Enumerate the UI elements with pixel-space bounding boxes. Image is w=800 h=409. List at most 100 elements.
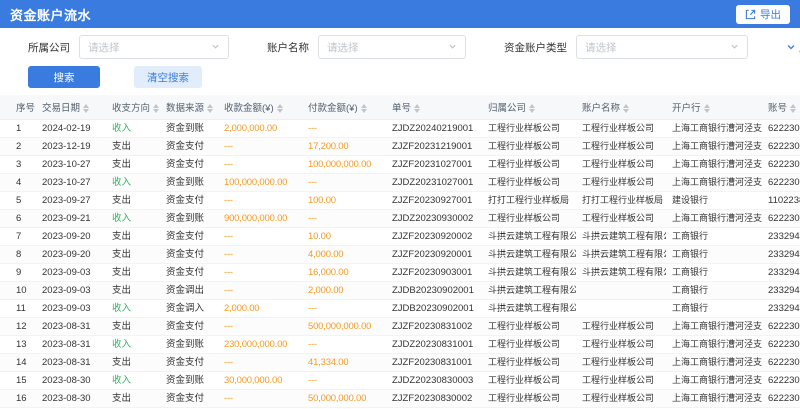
- column-header[interactable]: 收支方向: [106, 95, 160, 120]
- export-button[interactable]: 导出: [736, 5, 790, 24]
- table-row[interactable]: 22023-12-19支出资金支付---17,200.00ZJZF2023121…: [0, 138, 800, 156]
- table-cell: 工程行业样板公司: [482, 156, 576, 174]
- table-cell: ZJDB20230902001: [386, 282, 482, 300]
- table-row[interactable]: 162023-08-30支出资金支付---50,000,000.00ZJZF20…: [0, 390, 800, 408]
- table-cell: ---: [218, 264, 302, 282]
- sort-icon[interactable]: [790, 104, 796, 113]
- table-cell: 30,000,000.00: [218, 372, 302, 390]
- table-cell: 4: [0, 174, 36, 192]
- column-header[interactable]: 账户名称: [576, 95, 666, 120]
- table-cell: 上海工商银行漕河泾支行: [666, 318, 762, 336]
- table-row[interactable]: 82023-09-20支出资金支付---4,000.00ZJZF20230920…: [0, 246, 800, 264]
- table-cell: 工程行业样板公司: [576, 156, 666, 174]
- table-cell: 建设银行: [666, 192, 762, 210]
- table-row[interactable]: 32023-10-27支出资金支付---100,000,000.00ZJZF20…: [0, 156, 800, 174]
- table-cell: 斗拱云建筑工程有限公司: [576, 228, 666, 246]
- table-cell: 收入: [106, 336, 160, 354]
- table-row[interactable]: 52023-09-27支出资金支付---100.00ZJZF2023092700…: [0, 192, 800, 210]
- sort-icon[interactable]: [623, 104, 629, 113]
- table-cell: 工程行业样板公司: [576, 372, 666, 390]
- table-cell: 收入: [106, 372, 160, 390]
- table-cell: 2023-08-31: [36, 354, 106, 372]
- table-cell: 2023-09-21: [36, 210, 106, 228]
- account-type-select[interactable]: 请选择: [576, 35, 748, 59]
- table-cell: 233294991: [762, 264, 800, 282]
- table-cell: 支出: [106, 264, 160, 282]
- table-cell: 上海工商银行漕河泾支行: [666, 156, 762, 174]
- column-header[interactable]: 交易日期: [36, 95, 106, 120]
- table-cell: 工程行业样板公司: [576, 120, 666, 138]
- account-filter-label: 账户名称: [267, 40, 309, 55]
- table-cell: ZJZF20231027001: [386, 156, 482, 174]
- table-row[interactable]: 102023-09-03支出资金调出---2,000.00ZJDB2023090…: [0, 282, 800, 300]
- sort-icon[interactable]: [361, 104, 367, 113]
- table-cell: 900,000,000.00: [218, 210, 302, 228]
- table-cell: 工程行业样板公司: [576, 318, 666, 336]
- table-cell: 17,200.00: [302, 138, 386, 156]
- top-header: 资金账户流水 导出: [0, 0, 800, 28]
- table-cell: 打打工程行业样板局: [576, 192, 666, 210]
- table-cell: 资金到账: [160, 210, 218, 228]
- table-cell: 支出: [106, 390, 160, 408]
- table-cell: 5: [0, 192, 36, 210]
- table-cell: 支出: [106, 138, 160, 156]
- table-cell: 收入: [106, 210, 160, 228]
- sort-icon[interactable]: [414, 104, 420, 113]
- clear-search-button[interactable]: 清空搜索: [134, 66, 202, 88]
- sort-icon[interactable]: [529, 104, 535, 113]
- table-cell: 2023-09-27: [36, 192, 106, 210]
- sort-icon[interactable]: [277, 104, 283, 113]
- table-cell: 工商银行: [666, 228, 762, 246]
- table-cell: ZJZF20230920001: [386, 246, 482, 264]
- table-row[interactable]: 62023-09-21收入资金到账900,000,000.00---ZJDZ20…: [0, 210, 800, 228]
- table-row[interactable]: 112023-09-03收入资金调入2,000.00---ZJDB2023090…: [0, 300, 800, 318]
- table-cell: 资金到账: [160, 372, 218, 390]
- expand-filters-link[interactable]: 展开筛选: [786, 40, 800, 55]
- table-cell: 斗拱云建筑工程有限公司: [482, 246, 576, 264]
- table-row[interactable]: 42023-10-27收入资金到账100,000,000.00---ZJDZ20…: [0, 174, 800, 192]
- table-cell: ZJDZ20240219001: [386, 120, 482, 138]
- table-cell: 16,000.00: [302, 264, 386, 282]
- table-cell: 100,000,000.00: [302, 156, 386, 174]
- chevron-down-icon: [730, 38, 739, 56]
- table-cell: ---: [218, 354, 302, 372]
- table-row[interactable]: 132023-08-31收入资金到账230,000,000.00---ZJDZ2…: [0, 336, 800, 354]
- company-select[interactable]: 请选择: [79, 35, 229, 59]
- table-cell: ---: [302, 372, 386, 390]
- table-cell: ---: [302, 174, 386, 192]
- table-cell: 2023-08-30: [36, 390, 106, 408]
- table-row[interactable]: 122023-08-31支出资金支付---500,000,000.00ZJZF2…: [0, 318, 800, 336]
- table-cell: 资金到账: [160, 174, 218, 192]
- table-cell: [576, 282, 666, 300]
- table-cell: 工商银行: [666, 264, 762, 282]
- table-row[interactable]: 92023-09-03支出资金支付---16,000.00ZJZF2023090…: [0, 264, 800, 282]
- table-cell: 6: [0, 210, 36, 228]
- sort-icon[interactable]: [207, 104, 213, 113]
- column-header[interactable]: 开户行: [666, 95, 762, 120]
- table-row[interactable]: 12024-02-19收入资金到账2,000,000.00---ZJDZ2024…: [0, 120, 800, 138]
- column-header[interactable]: 归属公司: [482, 95, 576, 120]
- table-cell: 斗拱云建筑工程有限公司: [482, 282, 576, 300]
- table-cell: 2023-09-03: [36, 300, 106, 318]
- column-header[interactable]: 单号: [386, 95, 482, 120]
- table-cell: 斗拱云建筑工程有限公司: [576, 246, 666, 264]
- account-select[interactable]: 请选择: [318, 35, 466, 59]
- sort-icon[interactable]: [153, 104, 159, 113]
- table-cell: 资金支付: [160, 354, 218, 372]
- sort-icon[interactable]: [83, 104, 89, 113]
- table-cell: 2023-10-27: [36, 156, 106, 174]
- column-header[interactable]: 账号: [762, 95, 800, 120]
- column-header[interactable]: 付款金额(¥): [302, 95, 386, 120]
- table-row[interactable]: 152023-08-30收入资金到账30,000,000.00---ZJDZ20…: [0, 372, 800, 390]
- chevron-down-icon: [448, 38, 457, 56]
- column-header[interactable]: 收款金额(¥): [218, 95, 302, 120]
- sort-icon[interactable]: [704, 104, 710, 113]
- table-cell: 资金调入: [160, 300, 218, 318]
- table-row[interactable]: 142023-08-31支出资金支付---41,334.00ZJZF202308…: [0, 354, 800, 372]
- table-cell: 斗拱云建筑工程有限公司: [482, 228, 576, 246]
- table-cell: 资金支付: [160, 318, 218, 336]
- column-header[interactable]: 数据来源: [160, 95, 218, 120]
- table-row[interactable]: 72023-09-20支出资金支付---10.00ZJZF20230920002…: [0, 228, 800, 246]
- search-button[interactable]: 搜索: [28, 66, 100, 88]
- transactions-table: 序号交易日期收支方向数据来源收款金额(¥)付款金额(¥)单号归属公司账户名称开户…: [0, 95, 800, 409]
